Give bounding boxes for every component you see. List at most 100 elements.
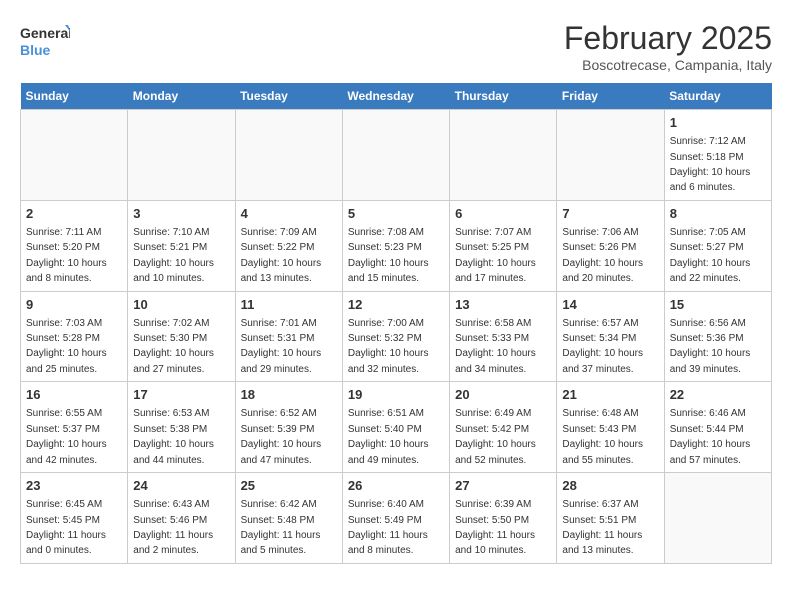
calendar-cell: 15 Sunrise: 6:56 AM Sunset: 5:36 PM Dayli… [664, 291, 771, 382]
day-info: Sunrise: 6:39 AM Sunset: 5:50 PM Dayligh… [455, 499, 535, 556]
day-number: 28 [562, 477, 658, 495]
day-info: Sunrise: 7:10 AM Sunset: 5:21 PM Dayligh… [133, 227, 214, 284]
day-number: 2 [26, 205, 122, 223]
day-number: 10 [133, 296, 229, 314]
day-info: Sunrise: 6:55 AM Sunset: 5:37 PM Dayligh… [26, 408, 107, 465]
day-info: Sunrise: 7:12 AM Sunset: 5:18 PM Dayligh… [670, 136, 751, 193]
day-info: Sunrise: 6:37 AM Sunset: 5:51 PM Dayligh… [562, 499, 642, 556]
calendar-week-2: 2 Sunrise: 7:11 AM Sunset: 5:20 PM Daylig… [21, 200, 772, 291]
calendar-cell: 4 Sunrise: 7:09 AM Sunset: 5:22 PM Daylig… [235, 200, 342, 291]
day-number: 9 [26, 296, 122, 314]
logo: General Blue [20, 20, 70, 65]
day-info: Sunrise: 6:49 AM Sunset: 5:42 PM Dayligh… [455, 408, 536, 465]
svg-text:General: General [20, 25, 70, 41]
day-info: Sunrise: 7:00 AM Sunset: 5:32 PM Dayligh… [348, 318, 429, 375]
calendar-cell [235, 110, 342, 201]
calendar-cell: 18 Sunrise: 6:52 AM Sunset: 5:39 PM Dayli… [235, 382, 342, 473]
calendar-cell: 13 Sunrise: 6:58 AM Sunset: 5:33 PM Dayli… [450, 291, 557, 382]
calendar-week-4: 16 Sunrise: 6:55 AM Sunset: 5:37 PM Dayli… [21, 382, 772, 473]
calendar-cell: 22 Sunrise: 6:46 AM Sunset: 5:44 PM Dayli… [664, 382, 771, 473]
day-info: Sunrise: 7:07 AM Sunset: 5:25 PM Dayligh… [455, 227, 536, 284]
calendar-cell: 2 Sunrise: 7:11 AM Sunset: 5:20 PM Daylig… [21, 200, 128, 291]
day-number: 3 [133, 205, 229, 223]
day-number: 8 [670, 205, 766, 223]
col-header-friday: Friday [557, 83, 664, 110]
logo-svg: General Blue [20, 20, 70, 65]
col-header-thursday: Thursday [450, 83, 557, 110]
day-number: 14 [562, 296, 658, 314]
title-area: February 2025 Boscotrecase, Campania, It… [564, 20, 772, 73]
calendar-cell: 28 Sunrise: 6:37 AM Sunset: 5:51 PM Dayli… [557, 473, 664, 564]
day-number: 21 [562, 386, 658, 404]
day-info: Sunrise: 6:53 AM Sunset: 5:38 PM Dayligh… [133, 408, 214, 465]
calendar-cell: 5Sunrise: 7:08 AM Sunset: 5:23 PM Daylig… [342, 200, 449, 291]
day-number: 4 [241, 205, 337, 223]
day-number: 16 [26, 386, 122, 404]
day-number: 23 [26, 477, 122, 495]
day-number: 19 [348, 386, 444, 404]
day-number: 18 [241, 386, 337, 404]
day-info: Sunrise: 6:43 AM Sunset: 5:46 PM Dayligh… [133, 499, 213, 556]
day-info: Sunrise: 6:42 AM Sunset: 5:48 PM Dayligh… [241, 499, 321, 556]
day-number: 1 [670, 114, 766, 132]
day-number: 12 [348, 296, 444, 314]
day-number: 15 [670, 296, 766, 314]
calendar-cell: 26 Sunrise: 6:40 AM Sunset: 5:49 PM Dayli… [342, 473, 449, 564]
day-info: Sunrise: 6:45 AM Sunset: 5:45 PM Dayligh… [26, 499, 106, 556]
day-info: Sunrise: 7:09 AM Sunset: 5:22 PM Dayligh… [241, 227, 322, 284]
day-number: 26 [348, 477, 444, 495]
calendar-cell: 7Sunrise: 7:06 AM Sunset: 5:26 PM Daylig… [557, 200, 664, 291]
month-title: February 2025 [564, 20, 772, 57]
calendar-cell: 6 Sunrise: 7:07 AM Sunset: 5:25 PM Daylig… [450, 200, 557, 291]
day-info: Sunrise: 7:03 AM Sunset: 5:28 PM Dayligh… [26, 318, 107, 375]
calendar-cell: 14 Sunrise: 6:57 AM Sunset: 5:34 PM Dayli… [557, 291, 664, 382]
day-info: Sunrise: 7:08 AM Sunset: 5:23 PM Dayligh… [348, 227, 429, 284]
calendar-cell: 11 Sunrise: 7:01 AM Sunset: 5:31 PM Dayli… [235, 291, 342, 382]
calendar-cell: 3 Sunrise: 7:10 AM Sunset: 5:21 PM Daylig… [128, 200, 235, 291]
calendar-week-3: 9 Sunrise: 7:03 AM Sunset: 5:28 PM Daylig… [21, 291, 772, 382]
page-header: General Blue February 2025 Boscotrecase,… [20, 20, 772, 73]
day-number: 6 [455, 205, 551, 223]
col-header-monday: Monday [128, 83, 235, 110]
day-info: Sunrise: 6:46 AM Sunset: 5:44 PM Dayligh… [670, 408, 751, 465]
col-header-wednesday: Wednesday [342, 83, 449, 110]
day-info: Sunrise: 7:11 AM Sunset: 5:20 PM Dayligh… [26, 227, 107, 284]
day-number: 11 [241, 296, 337, 314]
calendar-cell [128, 110, 235, 201]
calendar-cell [664, 473, 771, 564]
svg-text:Blue: Blue [20, 42, 51, 58]
day-number: 7 [562, 205, 658, 223]
day-info: Sunrise: 6:51 AM Sunset: 5:40 PM Dayligh… [348, 408, 429, 465]
day-info: Sunrise: 6:40 AM Sunset: 5:49 PM Dayligh… [348, 499, 428, 556]
calendar-cell: 21 Sunrise: 6:48 AM Sunset: 5:43 PM Dayli… [557, 382, 664, 473]
day-number: 20 [455, 386, 551, 404]
day-info: Sunrise: 7:05 AM Sunset: 5:27 PM Dayligh… [670, 227, 751, 284]
day-info: Sunrise: 6:58 AM Sunset: 5:33 PM Dayligh… [455, 318, 536, 375]
day-info: Sunrise: 7:01 AM Sunset: 5:31 PM Dayligh… [241, 318, 322, 375]
day-info: Sunrise: 7:02 AM Sunset: 5:30 PM Dayligh… [133, 318, 214, 375]
day-info: Sunrise: 6:52 AM Sunset: 5:39 PM Dayligh… [241, 408, 322, 465]
calendar-cell: 16 Sunrise: 6:55 AM Sunset: 5:37 PM Dayli… [21, 382, 128, 473]
day-number: 24 [133, 477, 229, 495]
calendar-cell: 8 Sunrise: 7:05 AM Sunset: 5:27 PM Daylig… [664, 200, 771, 291]
calendar-cell: 1 Sunrise: 7:12 AM Sunset: 5:18 PM Daylig… [664, 110, 771, 201]
calendar-cell: 25Sunrise: 6:42 AM Sunset: 5:48 PM Dayli… [235, 473, 342, 564]
calendar-cell: 27Sunrise: 6:39 AM Sunset: 5:50 PM Dayli… [450, 473, 557, 564]
calendar-cell [342, 110, 449, 201]
day-info: Sunrise: 6:48 AM Sunset: 5:43 PM Dayligh… [562, 408, 643, 465]
day-number: 22 [670, 386, 766, 404]
calendar-cell [557, 110, 664, 201]
location-subtitle: Boscotrecase, Campania, Italy [564, 57, 772, 73]
calendar-cell [21, 110, 128, 201]
day-info: Sunrise: 6:56 AM Sunset: 5:36 PM Dayligh… [670, 318, 751, 375]
col-header-saturday: Saturday [664, 83, 771, 110]
calendar-header-row: SundayMondayTuesdayWednesdayThursdayFrid… [21, 83, 772, 110]
day-number: 13 [455, 296, 551, 314]
day-number: 17 [133, 386, 229, 404]
col-header-tuesday: Tuesday [235, 83, 342, 110]
calendar-week-1: 1 Sunrise: 7:12 AM Sunset: 5:18 PM Daylig… [21, 110, 772, 201]
calendar-cell: 12 Sunrise: 7:00 AM Sunset: 5:32 PM Dayli… [342, 291, 449, 382]
calendar-table: SundayMondayTuesdayWednesdayThursdayFrid… [20, 83, 772, 564]
calendar-cell: 19 Sunrise: 6:51 AM Sunset: 5:40 PM Dayli… [342, 382, 449, 473]
day-info: Sunrise: 6:57 AM Sunset: 5:34 PM Dayligh… [562, 318, 643, 375]
